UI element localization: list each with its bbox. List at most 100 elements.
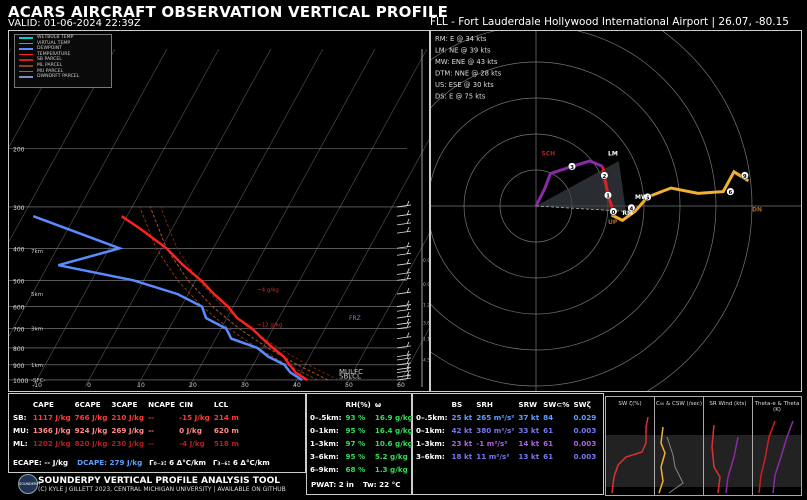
table-row: 0–1km: 42 kt 380 m²/s² 33 kt 61 0.003	[416, 426, 597, 435]
height-label: 7km	[31, 249, 43, 255]
hodo-height-label: 3	[570, 165, 574, 171]
legend-item: DWNDRFT PARCEL	[15, 74, 111, 80]
legend-swatch	[19, 65, 33, 67]
mini-panel-swz: SW ζ(%)	[605, 396, 655, 496]
wind-barb	[396, 272, 412, 275]
hodograph-svg: 01234569LMRMMWDNUPSCHRM: E @ 34 ktsLM: N…	[319, 0, 801, 423]
wind-barb	[396, 374, 412, 378]
mixing-ratio-label: ~12 g/kg	[257, 323, 282, 329]
pressure-tick-label: 900	[13, 363, 25, 370]
wind-barb	[396, 213, 412, 217]
hodo-height-label: 0	[611, 210, 615, 216]
srh-shading	[536, 161, 626, 212]
dewpoint-line	[32, 215, 303, 382]
lapse-3-6-value: Γ₃₋₆: 6 Δ°C/km	[212, 458, 270, 467]
table-row: ML: 1202 J/kg 820 J/kg 230 J/kg -- -4 J/…	[13, 439, 239, 448]
legend-swatch	[19, 76, 33, 78]
hodo-height-label: 1	[606, 194, 610, 200]
legend-swatch	[19, 70, 33, 73]
isotherm-line	[344, 48, 532, 388]
station-info: FLL - Fort Lauderdale Hollywood Internat…	[430, 16, 789, 28]
speed-label: 4.5	[423, 358, 429, 364]
isotherm-line	[292, 48, 480, 388]
pressure-tick-label: 500	[13, 278, 25, 285]
footer-title: SOUNDERPY VERTICAL PROFILE ANALYSIS TOOL	[38, 476, 280, 486]
speed-label: 1.1	[423, 337, 429, 343]
ecape-value: ECAPE: -- J/kg	[13, 458, 68, 467]
table-row: 3–6km: 95 % 5.2 g/kg	[310, 452, 408, 461]
temperature-tick-label: 60	[397, 382, 405, 389]
isotherm-line	[0, 48, 168, 354]
table-row: SB: 1117 J/kg 766 J/kg 210 J/kg -- -15 J…	[13, 413, 239, 422]
pwat-value: PWAT: 2 in	[311, 480, 354, 489]
height-label: 3km	[31, 327, 43, 333]
height-label: 1km	[31, 363, 43, 369]
speed-label: 3.6	[423, 321, 429, 327]
hodo-info-line: RM: E @ 34 kts	[435, 35, 487, 43]
temperature-tick-label: 0	[87, 382, 91, 389]
table-row: 1–3km: 97 % 10.6 g/kg	[310, 439, 413, 448]
wind-barb	[396, 222, 412, 226]
temperature-tick-label: 20	[189, 382, 197, 389]
freezing-level-label: FRZ	[349, 315, 361, 322]
kinematic-table: BS SRH SRW SW⊂% SWζ 0–.5km: 25 kt 265 m²/s…	[412, 393, 604, 495]
table-row: 6–9km: 68 % 1.3 g/kg	[310, 465, 408, 474]
isotherm-line	[396, 48, 584, 388]
legend-swatch	[19, 53, 33, 56]
speed-label: 1.2	[423, 303, 429, 309]
temperature-line	[120, 215, 308, 382]
wind-barb	[396, 315, 412, 319]
col-ncape: NCAPE	[148, 400, 176, 409]
table-row: 3–6km: 18 kt 11 m²/s² 13 kt 61 0.003	[416, 452, 597, 461]
col-6cape: 6CAPE	[74, 400, 101, 409]
wind-barb	[396, 308, 412, 312]
temperature-tick-label: 40	[293, 382, 301, 389]
thermo-table: CAPE 6CAPE 3CAPE NCAPE CIN LCL SB: 1117 …	[8, 393, 306, 473]
hodo-marker-label: DN	[752, 206, 762, 213]
wind-barb	[396, 336, 412, 340]
isotherm-line	[84, 48, 272, 388]
table-row: 0–.5km: 93 % 16.9 g/kg	[310, 413, 413, 422]
isotherm-line	[0, 48, 116, 259]
hodo-info-line: US: ESE @ 30 kts	[435, 81, 494, 89]
speed-label: 0.9	[423, 282, 429, 288]
pressure-tick-label: 800	[13, 346, 25, 353]
sblcl-label: SBLCL	[339, 373, 361, 381]
hodo-info-line: LM: NE @ 39 kts	[435, 47, 491, 55]
table-row: 1–3km: 23 kt -1 m²/s² 14 kt 61 0.003	[416, 439, 597, 448]
hodo-info-line: MW: ENE @ 43 kts	[435, 58, 498, 66]
hodo-marker-label: SCH	[541, 151, 555, 158]
wind-barb	[396, 252, 412, 256]
valid-time: VALID: 01-06-2024 22:39Z	[8, 18, 141, 29]
mini-panel-theta: Theta-e & Theta (K)	[752, 396, 802, 496]
pressure-tick-label: 1000	[13, 378, 28, 385]
isotherm-line	[188, 48, 376, 388]
hodo-height-label: 9	[743, 174, 747, 180]
sounderpy-logo: SOUNDERPY	[18, 474, 41, 494]
pressure-tick-label: 400	[13, 246, 25, 253]
pressure-tick-label: 700	[13, 327, 25, 334]
hodo-info-line: DS: E @ 75 kts	[435, 93, 486, 101]
height-label: 5km	[31, 292, 43, 298]
skewt-legend: WETBULB TEMP VIRTUAL TEMP DEWPOINT TEMPERAT…	[14, 34, 112, 88]
hodo-marker-label: LM	[608, 151, 618, 158]
legend-swatch	[19, 37, 33, 39]
mini-panel-srwind: SR Wind (kts)	[703, 396, 753, 496]
isotherm-line	[240, 48, 428, 388]
footer-credit: (C) KYLE J GILLETT 2023, CENTRAL MICHIGA…	[38, 486, 286, 493]
wind-barb	[396, 262, 412, 266]
table-row: MU: 1366 J/kg 924 J/kg 269 J/kg -- 0 J/k…	[13, 426, 239, 435]
mini-panel-cswp: C₀₀ & CSW (/sec)	[654, 396, 704, 496]
pressure-tick-label: 600	[13, 305, 25, 312]
col-3cape: 3CAPE	[111, 400, 138, 409]
col-cin: CIN	[179, 400, 194, 409]
temperature-tick-label: 50	[345, 382, 353, 389]
hodo-marker-label: MW	[635, 194, 648, 201]
wind-barb	[396, 291, 412, 295]
moisture-table: RH(%) ω 0–.5km: 93 % 16.9 g/kg 0–1km: 95 % 1…	[306, 393, 413, 495]
temperature-tick-label: 30	[241, 382, 249, 389]
hodo-marker-label: RM	[622, 210, 633, 217]
table-row: 0–1km: 95 % 16.4 g/kg	[310, 426, 413, 435]
parcel-trace	[160, 206, 339, 381]
col-lcl: LCL	[213, 400, 229, 409]
